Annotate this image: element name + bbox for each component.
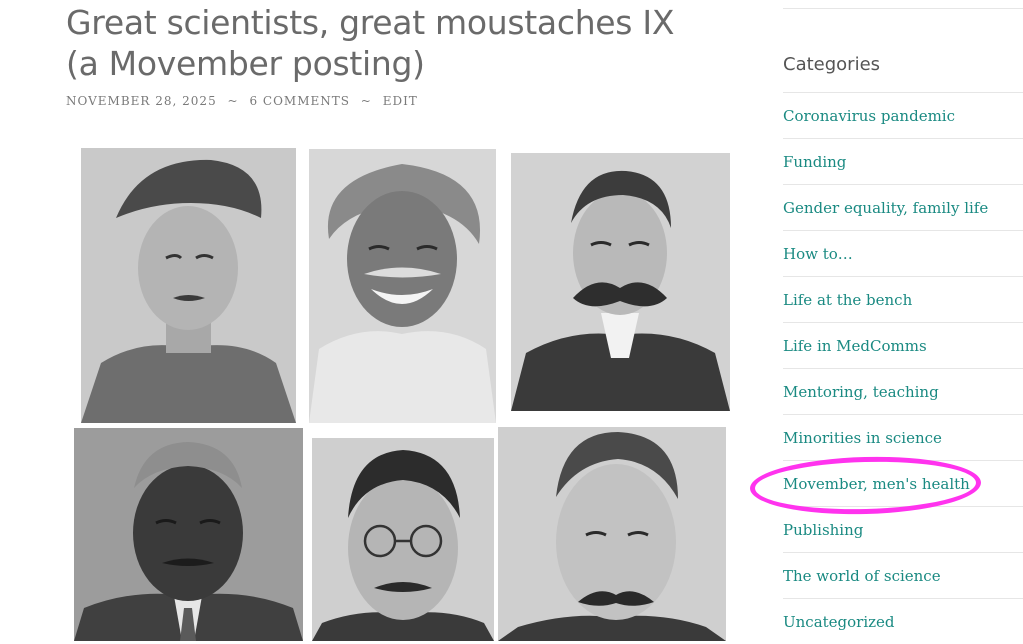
category-link-publishing[interactable]: Publishing [783, 521, 863, 539]
category-link-mentoring-teaching[interactable]: Mentoring, teaching [783, 383, 939, 401]
category-item: Funding [783, 138, 1023, 184]
edit-link[interactable]: EDIT [383, 94, 418, 108]
scientist-portrait-white-hair [309, 149, 496, 423]
category-item: Life in MedComms [783, 322, 1023, 368]
categories-widget-title: Categories [783, 54, 881, 75]
category-item: Coronavirus pandemic [783, 92, 1023, 138]
category-item: Gender equality, family life [783, 184, 1023, 230]
category-item: How to… [783, 230, 1023, 276]
post-meta: NOVEMBER 28, 2025 ~ 6 COMMENTS ~ EDIT [66, 94, 418, 108]
category-item: Mentoring, teaching [783, 368, 1023, 414]
category-item: Minorities in science [783, 414, 1023, 460]
category-link-uncategorized[interactable]: Uncategorized [783, 613, 895, 631]
category-link-life-at-the-bench[interactable]: Life at the bench [783, 291, 912, 309]
category-link-how-to[interactable]: How to… [783, 245, 853, 263]
category-link-movember-mens-health[interactable]: Movember, men's health [783, 475, 970, 493]
scientist-portrait-victorian [511, 153, 730, 411]
category-item: Publishing [783, 506, 1023, 552]
category-link-minorities-in-science[interactable]: Minorities in science [783, 429, 942, 447]
category-item: Movember, men's health [783, 460, 1023, 506]
meta-separator: ~ [227, 94, 239, 108]
category-item: Life at the bench [783, 276, 1023, 322]
meta-separator: ~ [360, 94, 372, 108]
scientist-portrait-suit-tie [74, 428, 303, 641]
category-item: The world of science [783, 552, 1023, 598]
category-item: Uncategorized [783, 598, 1023, 644]
category-link-life-in-medcomms[interactable]: Life in MedComms [783, 337, 927, 355]
category-link-coronavirus-pandemic[interactable]: Coronavirus pandemic [783, 107, 955, 125]
comments-link[interactable]: 6 COMMENTS [249, 94, 350, 108]
scientist-portrait-flat-cap [81, 148, 296, 423]
category-link-the-world-of-science[interactable]: The world of science [783, 567, 941, 585]
post-title: Great scientists, great moustaches IX (a… [66, 3, 675, 83]
category-link-funding[interactable]: Funding [783, 153, 846, 171]
sidebar-divider [783, 8, 1023, 9]
scientist-portrait-round-glasses [312, 438, 494, 641]
category-link-gender-equality[interactable]: Gender equality, family life [783, 199, 988, 217]
post-date-link[interactable]: NOVEMBER 28, 2025 [66, 94, 217, 108]
categories-list: Coronavirus pandemic Funding Gender equa… [783, 92, 1023, 644]
scientist-portrait-edwardian [498, 427, 726, 641]
